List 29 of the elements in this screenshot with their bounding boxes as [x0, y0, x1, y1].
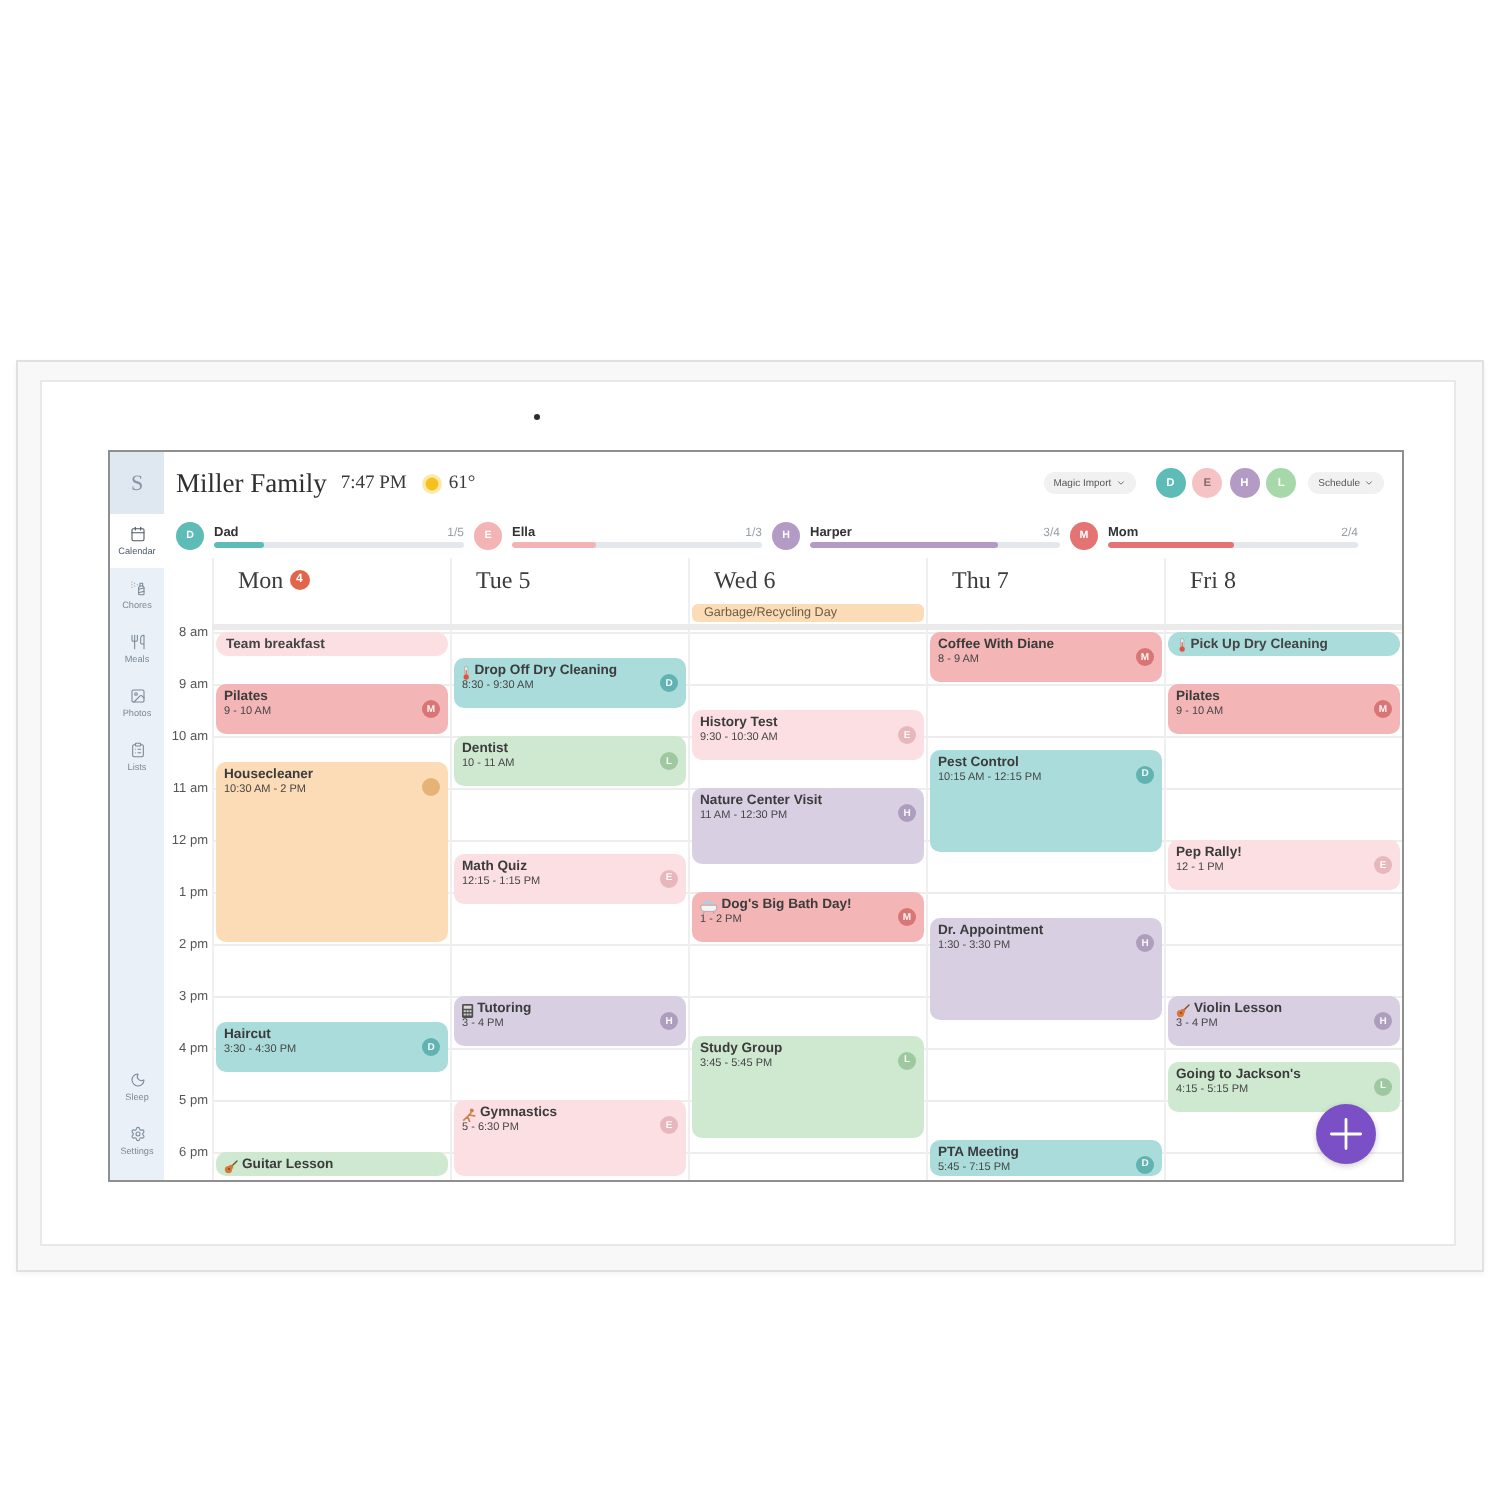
calendar-icon [129, 526, 145, 542]
sun-icon [422, 473, 443, 493]
utensils-icon [129, 634, 145, 650]
clock-time: 7:47 PM [340, 473, 407, 493]
avatar-dot-icon [422, 778, 440, 796]
thermometer-icon [1178, 637, 1187, 651]
plus-icon [1330, 1118, 1362, 1150]
image-icon [129, 688, 145, 704]
camera-icon [534, 414, 540, 420]
day-label: Wed 6 [714, 565, 776, 595]
chevron-down-icon [1115, 478, 1126, 488]
settings-icon [129, 1126, 145, 1142]
bathtub-icon [700, 899, 718, 913]
day-label: Fri 8 [1190, 565, 1237, 595]
add-event-button[interactable] [1316, 1104, 1376, 1164]
clipboard-icon [129, 742, 145, 758]
guitar-icon [224, 1159, 238, 1173]
day-label: Mon [238, 565, 284, 595]
calculator-icon [462, 1003, 474, 1017]
day-label: Thu 7 [952, 565, 1009, 595]
chevron-down-icon [1364, 478, 1374, 488]
temperature: 61° [448, 473, 476, 493]
person-icon [462, 1107, 476, 1121]
family-name: Miller Family [176, 467, 327, 499]
violin-icon [1176, 1003, 1190, 1017]
moon-icon [129, 1072, 145, 1088]
day-label: Tue 5 [476, 565, 531, 595]
app-logo: S [110, 452, 164, 514]
thermometer-icon [462, 665, 471, 679]
